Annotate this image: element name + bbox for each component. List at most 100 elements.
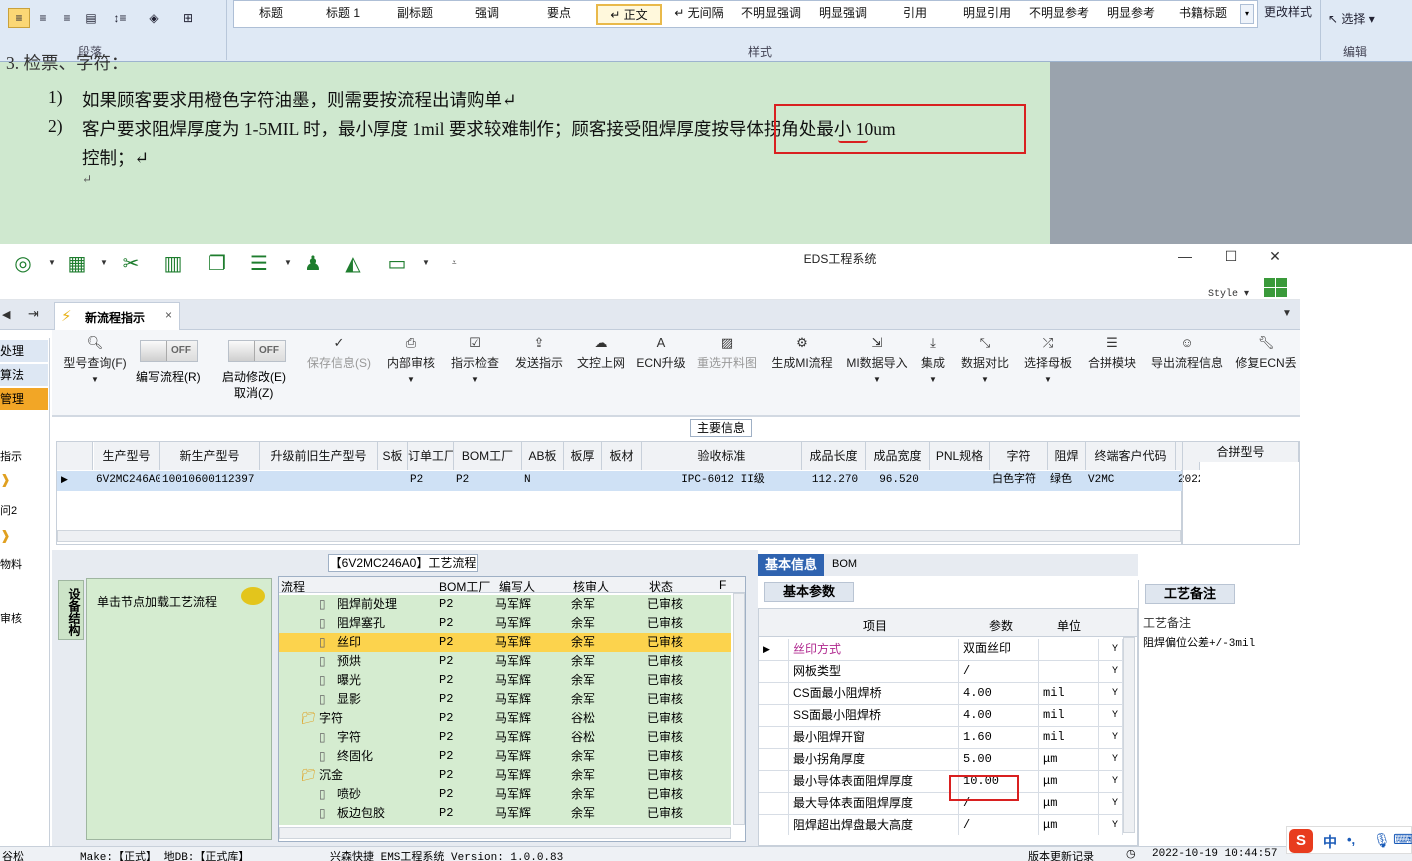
style-4[interactable]: 要点: [524, 4, 594, 25]
table-row[interactable]: ▯ 终固化 P2 马军辉 余军 已审核: [279, 747, 731, 766]
login-icon[interactable]: ⇥: [28, 306, 39, 322]
column-header[interactable]: 板厚: [564, 442, 602, 470]
windows-logo-icon[interactable]: [1264, 278, 1288, 298]
lifebuoy-icon[interactable]: ◎: [10, 252, 36, 276]
select-button[interactable]: ↖ 选择 ▾: [1328, 10, 1375, 27]
tab-new-process[interactable]: ⚡ 新流程指示 ×: [54, 302, 180, 330]
merge-module-button[interactable]: ☰ 合拼模块: [1084, 330, 1140, 400]
table-row[interactable]: ▯ 阻焊塞孔 P2 马军辉 余军 已审核: [279, 614, 731, 633]
doc-control-online-button[interactable]: ☁ 文控上网: [574, 330, 628, 400]
table-row[interactable]: ▯ 喷砂 P2 马军辉 余军 已审核: [279, 785, 731, 804]
style-dropdown[interactable]: Style ▾: [1208, 288, 1249, 300]
column-header[interactable]: 订单工厂: [408, 442, 454, 470]
cell-value[interactable]: 4.00: [959, 683, 1039, 704]
table-row[interactable]: ▯ 字符 P2 马军辉 谷松 已审核: [279, 728, 731, 747]
style-10[interactable]: 明显引用: [952, 4, 1022, 25]
nav-item-process[interactable]: 处理: [0, 340, 48, 362]
nav-item-material[interactable]: 物料: [0, 556, 22, 572]
style-9[interactable]: 引用: [880, 4, 950, 25]
style-5[interactable]: ↵ 正文: [596, 4, 662, 25]
table-row[interactable]: 最大导体表面阻焊厚度 / μm Y: [759, 793, 1123, 815]
ime-lang[interactable]: 中: [1323, 832, 1337, 852]
instruction-check-button[interactable]: ☑ 指示检查 ▼: [448, 330, 502, 400]
gallery-more-icon[interactable]: ▾: [1240, 4, 1254, 24]
main-info-grid[interactable]: 生产型号 新生产型号 升级前旧生产型号 S板 订单工厂 BOM工厂 AB板 板厚 板材 验收标准成…: [56, 441, 1200, 545]
style-0[interactable]: 标题: [236, 4, 306, 25]
table-row[interactable]: ▶ 丝印方式 双面丝印 Y: [759, 639, 1123, 661]
table-row[interactable]: 最小阻焊开窗 1.60 mil Y: [759, 727, 1123, 749]
internal-review-button[interactable]: ⎙ 内部审核 ▼: [384, 330, 438, 400]
fix-ecn-button[interactable]: 🔧︎ 修复ECN丢: [1234, 330, 1298, 400]
film-icon[interactable]: ▥: [160, 252, 186, 276]
column-header[interactable]: 验收标准: [642, 442, 802, 470]
styles-gallery[interactable]: 标题 标题 1 副标题 强调 要点 ↵ 正文 ↵ 无间隔 不明显强调 明显强调 引用 明显引用 不明显…: [233, 0, 1258, 28]
table-row[interactable]: ▶ 6V2MC246A0 10010600112397 P2 P2 N IPC-6012 …: [57, 471, 1200, 491]
nav-item-algorithm[interactable]: 算法: [0, 364, 48, 386]
shading-icon[interactable]: ◈: [140, 8, 168, 28]
notes-tab[interactable]: 工艺备注: [1145, 584, 1235, 604]
chevron-down-icon[interactable]: ▼: [100, 258, 108, 267]
horizontal-scrollbar[interactable]: [57, 530, 1181, 542]
ime-punct[interactable]: •,: [1347, 832, 1355, 847]
table-row[interactable]: ▯ 预烘 P2 马军辉 余军 已审核: [279, 652, 731, 671]
table-row[interactable]: 阻焊超出焊盘最大高度 / μm Y: [759, 815, 1123, 835]
style-3[interactable]: 强调: [452, 4, 522, 25]
tab-bom[interactable]: BOM: [832, 558, 857, 570]
maximize-button[interactable]: ☐: [1218, 248, 1244, 265]
style-7[interactable]: 不明显强调: [736, 4, 806, 25]
table-icon[interactable]: ▦: [64, 252, 90, 276]
basic-params-tab[interactable]: 基本参数: [764, 582, 854, 602]
column-header[interactable]: PNL规格: [930, 442, 990, 470]
distribute-icon[interactable]: ▤: [80, 8, 102, 28]
params-grid[interactable]: 项目 参数 单位 ▶ 丝印方式 双面丝印 Y 网板类型 / Y CS面最小阻焊桥 4.00 mil…: [758, 608, 1138, 846]
microphone-icon[interactable]: 🎙︎: [1373, 832, 1391, 849]
column-header[interactable]: 阻焊: [1048, 442, 1086, 470]
column-header[interactable]: 板材: [602, 442, 642, 470]
nav-back-icon[interactable]: ◀: [2, 308, 10, 321]
vertical-scrollbar[interactable]: [733, 593, 745, 825]
style-2[interactable]: 副标题: [380, 4, 450, 25]
table-row[interactable]: CS面最小阻焊桥 4.00 mil Y: [759, 683, 1123, 705]
save-info-button[interactable]: ✓ 保存信息(S): [304, 330, 374, 400]
chevron-down-icon[interactable]: ▼: [48, 258, 56, 267]
column-header[interactable]: 成品宽度: [866, 442, 930, 470]
column-header[interactable]: 成品长度: [802, 442, 866, 470]
align-right-icon[interactable]: ≡: [32, 8, 54, 28]
integrate-button[interactable]: ⤓ 集成 ▼: [916, 330, 950, 400]
scissors-icon[interactable]: ✂: [118, 252, 144, 276]
table-row[interactable]: ▯ 显影 P2 马军辉 余军 已审核: [279, 690, 731, 709]
laptop-icon[interactable]: ▭: [384, 252, 410, 276]
table-row[interactable]: ▯ 丝印 P2 马军辉 余军 已审核: [279, 633, 731, 652]
change-styles-button[interactable]: 更改样式: [1260, 3, 1316, 20]
keyboard-icon[interactable]: ⌨: [1393, 831, 1412, 848]
user-icon[interactable]: ♟: [300, 252, 326, 276]
cell-value[interactable]: 1.60: [959, 727, 1039, 748]
cell-value[interactable]: 5.00: [959, 749, 1039, 770]
table-row[interactable]: ▯ 板边包胶 P2 马军辉 余军 已审核: [279, 804, 731, 823]
reselect-cutting-button[interactable]: ▨ 重选开料图: [694, 330, 760, 400]
table-row[interactable]: ▯ 曝光 P2 马军辉 余军 已审核: [279, 671, 731, 690]
chevron-down-icon[interactable]: ▼: [284, 258, 292, 267]
generate-mi-button[interactable]: ⚙ 生成MI流程: [768, 330, 836, 400]
cell-value[interactable]: 双面丝印: [959, 639, 1039, 660]
ime-toolbar[interactable]: S 中 •, 🎙︎ ⌨: [1286, 826, 1412, 854]
update-log-link[interactable]: 版本更新记录: [1028, 848, 1094, 861]
area-chart-icon[interactable]: ◭: [340, 252, 366, 276]
horizontal-scrollbar[interactable]: [279, 827, 731, 839]
table-row[interactable]: ▯ 阻焊前处理 P2 马军辉 余军 已审核: [279, 595, 731, 614]
table-row[interactable]: 📁︎ 字符 P2 马军辉 谷松 已审核: [279, 709, 731, 728]
style-13[interactable]: 书籍标题: [1168, 4, 1238, 25]
column-header[interactable]: 生产型号: [94, 442, 160, 470]
select-mother-board-button[interactable]: ⤮ 选择母板 ▼: [1020, 330, 1076, 400]
style-8[interactable]: 明显强调: [808, 4, 878, 25]
style-1[interactable]: 标题 1: [308, 4, 378, 25]
table-row[interactable]: SS面最小阻焊桥 4.00 mil Y: [759, 705, 1123, 727]
notes-text[interactable]: 阻焊偏位公差+/-3mil: [1143, 634, 1255, 650]
borders-icon[interactable]: ⊞: [174, 8, 202, 28]
export-flow-button[interactable]: ☺ 导出流程信息: [1148, 330, 1226, 400]
table-row[interactable]: 最小拐角厚度 5.00 μm Y: [759, 749, 1123, 771]
side-tab-equipment[interactable]: 设备结构: [58, 580, 84, 640]
document-page[interactable]: 3. 检票、字符： 1) 如果顾客要求用橙色字符油墨，则需要按流程出请购单↵ 2…: [0, 53, 1050, 244]
customize-icon[interactable]: ⩡: [452, 258, 457, 268]
table-row[interactable]: 📁︎ 沉金 P2 马军辉 余军 已审核: [279, 766, 731, 785]
